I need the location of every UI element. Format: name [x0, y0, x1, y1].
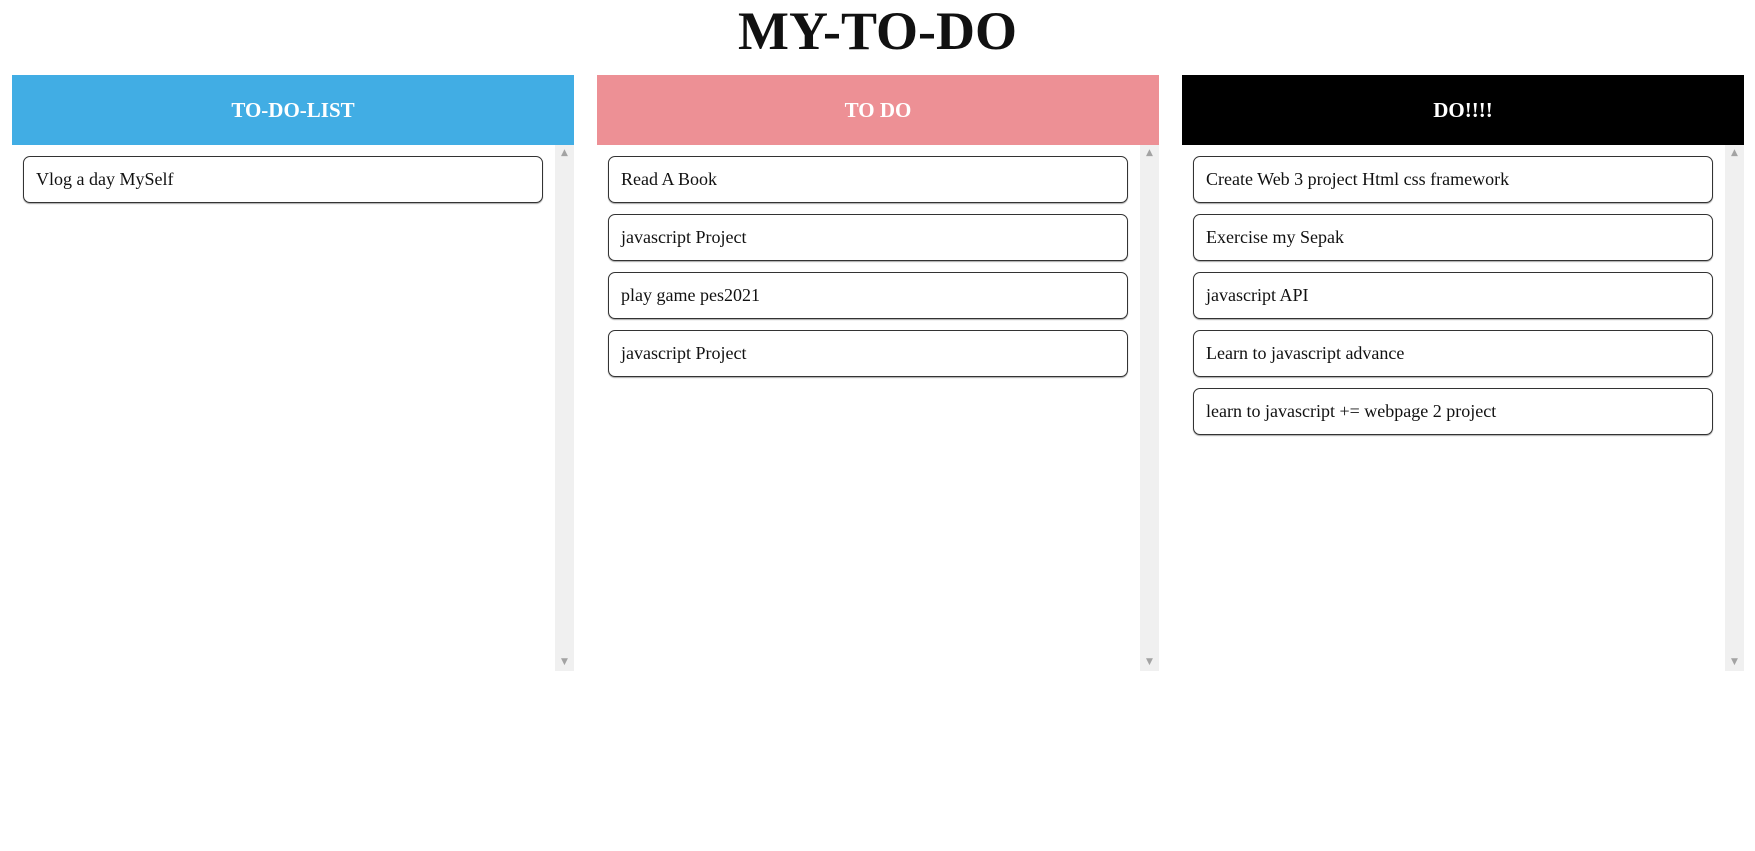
page-title: MY-TO-DO: [737, 1, 1018, 61]
scroll-up-arrow-icon[interactable]: ▲: [1140, 145, 1159, 162]
column-body: Vlog a day MySelf ▲ ▼: [12, 145, 574, 671]
scroll-down-arrow-icon[interactable]: ▼: [1140, 654, 1159, 671]
scroll-up-arrow-icon[interactable]: ▲: [1725, 145, 1744, 162]
todo-card[interactable]: play game pes2021: [608, 272, 1128, 319]
scroll-up-arrow-icon[interactable]: ▲: [555, 145, 574, 162]
todo-card[interactable]: javascript Project: [608, 330, 1128, 377]
todo-card[interactable]: javascript API: [1193, 272, 1713, 319]
todo-card[interactable]: Learn to javascript advance: [1193, 330, 1713, 377]
todo-card[interactable]: Create Web 3 project Html css framework: [1193, 156, 1713, 203]
column-do: DO!!!! Create Web 3 project Html css fra…: [1182, 75, 1744, 671]
board: TO-DO-LIST Vlog a day MySelf ▲ ▼ TO DO R…: [12, 75, 1744, 671]
column-body: Create Web 3 project Html css framework E…: [1182, 145, 1744, 671]
scroll-down-arrow-icon[interactable]: ▼: [555, 654, 574, 671]
card-list: Create Web 3 project Html css framework E…: [1193, 156, 1713, 446]
column-body: Read A Book javascript Project play game p…: [597, 145, 1159, 671]
scrollbar[interactable]: ▲ ▼: [1725, 145, 1744, 671]
column-todo-list: TO-DO-LIST Vlog a day MySelf ▲ ▼: [12, 75, 574, 671]
column-to-do: TO DO Read A Book javascript Project play …: [597, 75, 1159, 671]
column-header: TO DO: [597, 75, 1159, 145]
scrollbar[interactable]: ▲ ▼: [1140, 145, 1159, 671]
column-header: DO!!!!: [1182, 75, 1744, 145]
card-list: Vlog a day MySelf: [23, 156, 543, 214]
todo-card[interactable]: Vlog a day MySelf: [23, 156, 543, 203]
column-header: TO-DO-LIST: [12, 75, 574, 145]
scroll-down-arrow-icon[interactable]: ▼: [1725, 654, 1744, 671]
todo-card[interactable]: javascript Project: [608, 214, 1128, 261]
todo-card[interactable]: learn to javascript += webpage 2 project: [1193, 388, 1713, 435]
todo-card[interactable]: Exercise my Sepak: [1193, 214, 1713, 261]
todo-card[interactable]: Read A Book: [608, 156, 1128, 203]
scrollbar[interactable]: ▲ ▼: [555, 145, 574, 671]
card-list: Read A Book javascript Project play game p…: [608, 156, 1128, 388]
